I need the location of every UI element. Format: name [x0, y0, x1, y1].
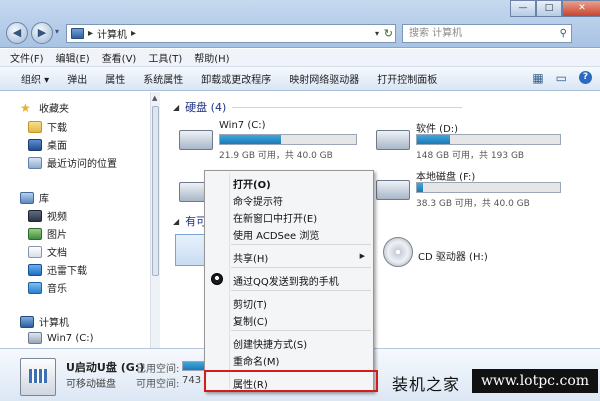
drive-icon — [179, 130, 213, 150]
drive-icon — [376, 180, 410, 200]
usage-bar — [416, 182, 561, 193]
qq-icon — [211, 273, 223, 285]
menu-bar: 文件(F) 编辑(E) 查看(V) 工具(T) 帮助(H) — [0, 49, 600, 67]
eject-button[interactable]: 弹出 — [58, 71, 96, 86]
forward-button[interactable]: ▶ — [31, 22, 53, 44]
usage-bar — [416, 134, 561, 145]
usage-bar — [219, 134, 357, 145]
menu-item-acdsee[interactable]: 使用 ACDSee 浏览 — [233, 227, 319, 242]
menu-edit[interactable]: 编辑(E) — [56, 50, 90, 65]
minimize-button[interactable]: — — [510, 0, 536, 17]
group-removable[interactable]: ◢ 有可 — [173, 213, 207, 229]
system-properties-button[interactable]: 系统属性 — [134, 71, 192, 86]
map-drive-button[interactable]: 映射网络驱动器 — [280, 71, 368, 86]
search-icon[interactable]: ⚲ — [560, 25, 567, 42]
view-options-icon[interactable]: ▦ — [532, 71, 543, 85]
menu-item-cut[interactable]: 剪切(T) — [233, 296, 267, 311]
thunder-download-icon — [28, 263, 42, 276]
history-dropdown-icon[interactable]: ▾ — [55, 27, 59, 36]
menu-item-create-shortcut[interactable]: 创建快捷方式(S) — [233, 336, 307, 351]
desktop-icon — [28, 138, 42, 151]
music-icon — [28, 281, 42, 294]
search-input[interactable]: 搜索 计算机 ⚲ — [402, 24, 572, 43]
menu-item-open[interactable]: 打开(O) — [233, 176, 271, 191]
picture-icon — [28, 227, 42, 240]
computer-icon — [20, 315, 34, 328]
menu-item-share[interactable]: 共享(H) — [233, 250, 268, 265]
computer-icon — [71, 28, 84, 39]
menu-item-cmd[interactable]: 命令提示符 — [233, 193, 283, 208]
title-bar: ◀ ▶ ▾ ▸ 计算机 ▸ ▾ ↻ 搜索 计算机 ⚲ — □ ✕ — [0, 0, 600, 48]
sidebar-scrollbar[interactable]: ▲ — [150, 92, 160, 348]
submenu-arrow-icon: ▶ — [359, 252, 365, 260]
refresh-icon[interactable]: ↻ — [384, 27, 393, 40]
menu-item-send-qq[interactable]: 通过QQ发送到我的手机 — [233, 273, 339, 288]
scroll-up-icon[interactable]: ▲ — [152, 94, 157, 102]
recent-places-icon — [28, 156, 42, 169]
address-bar[interactable]: ▸ 计算机 ▸ ▾ ↻ — [66, 24, 396, 43]
folder-icon — [28, 120, 42, 133]
uninstall-button[interactable]: 卸载或更改程序 — [192, 71, 280, 86]
explorer-window: ◀ ▶ ▾ ▸ 计算机 ▸ ▾ ↻ 搜索 计算机 ⚲ — □ ✕ 文件(F) 编… — [0, 0, 600, 401]
star-icon: ★ — [20, 100, 31, 115]
control-panel-button[interactable]: 打开控制面板 — [368, 71, 446, 86]
sidebar-item-computer[interactable]: 计算机 — [20, 314, 69, 329]
sidebar-item-desktop[interactable]: 桌面 — [28, 137, 67, 152]
watermark-brand: 装机之家 — [392, 375, 461, 394]
collapse-icon[interactable]: ◢ — [173, 103, 179, 112]
menu-view[interactable]: 查看(V) — [102, 50, 137, 65]
help-icon[interactable]: ? — [579, 71, 592, 84]
video-icon — [28, 209, 42, 222]
preview-pane-icon[interactable]: ▭ — [556, 71, 567, 85]
menu-item-rename[interactable]: 重命名(M) — [233, 353, 279, 368]
usb-drive-icon — [20, 358, 56, 396]
scroll-thumb[interactable] — [152, 106, 159, 276]
navigation-pane: ★ 收藏夹 下载 桌面 最近访问的位置 库 视频 图片 文档 迅雷下载 音乐 计算… — [0, 92, 155, 348]
sidebar-item-music[interactable]: 音乐 — [28, 280, 67, 295]
sidebar-item-library[interactable]: 库 — [20, 190, 49, 205]
drive-icon — [376, 130, 410, 150]
sidebar-item-downloads[interactable]: 下载 — [28, 119, 67, 134]
menu-file[interactable]: 文件(F) — [10, 50, 44, 65]
context-menu: 打开(O) 命令提示符 在新窗口中打开(E) 使用 ACDSee 浏览 共享(H… — [204, 170, 374, 392]
back-button[interactable]: ◀ — [6, 22, 28, 44]
properties-button[interactable]: 属性 — [96, 71, 134, 86]
toolbar: 组织 ▾ 弹出 属性 系统属性 卸载或更改程序 映射网络驱动器 打开控制面板 ▦… — [0, 67, 600, 91]
menu-item-open-new-window[interactable]: 在新窗口中打开(E) — [233, 210, 317, 225]
watermark-url: www.lotpc.com — [472, 369, 598, 393]
cd-icon — [383, 237, 413, 267]
maximize-button[interactable]: □ — [536, 0, 562, 17]
document-icon — [28, 245, 42, 258]
sidebar-item-recent[interactable]: 最近访问的位置 — [28, 155, 117, 170]
sidebar-item-thunder[interactable]: 迅雷下载 — [28, 262, 87, 277]
drive-icon — [28, 332, 42, 344]
menu-tools[interactable]: 工具(T) — [148, 50, 182, 65]
collapse-icon[interactable]: ◢ — [173, 217, 179, 226]
library-icon — [20, 191, 34, 204]
group-hard-disks[interactable]: ◢ 硬盘 (4) — [173, 99, 463, 115]
menu-help[interactable]: 帮助(H) — [194, 50, 229, 65]
organize-button[interactable]: 组织 ▾ — [12, 71, 58, 86]
sidebar-item-pictures[interactable]: 图片 — [28, 226, 67, 241]
sidebar-item-win7[interactable]: Win7 (C:) — [28, 332, 93, 344]
sidebar-item-documents[interactable]: 文档 — [28, 244, 67, 259]
sidebar-item-videos[interactable]: 视频 — [28, 208, 67, 223]
address-dropdown-icon[interactable]: ▾ — [375, 29, 379, 38]
menu-item-copy[interactable]: 复制(C) — [233, 313, 268, 328]
address-path[interactable]: 计算机 — [97, 26, 127, 41]
window-controls: — □ ✕ — [510, 0, 600, 17]
close-button[interactable]: ✕ — [562, 0, 600, 17]
properties-highlight-box — [204, 370, 378, 392]
sidebar-item-favorites[interactable]: ★ 收藏夹 — [20, 100, 69, 116]
